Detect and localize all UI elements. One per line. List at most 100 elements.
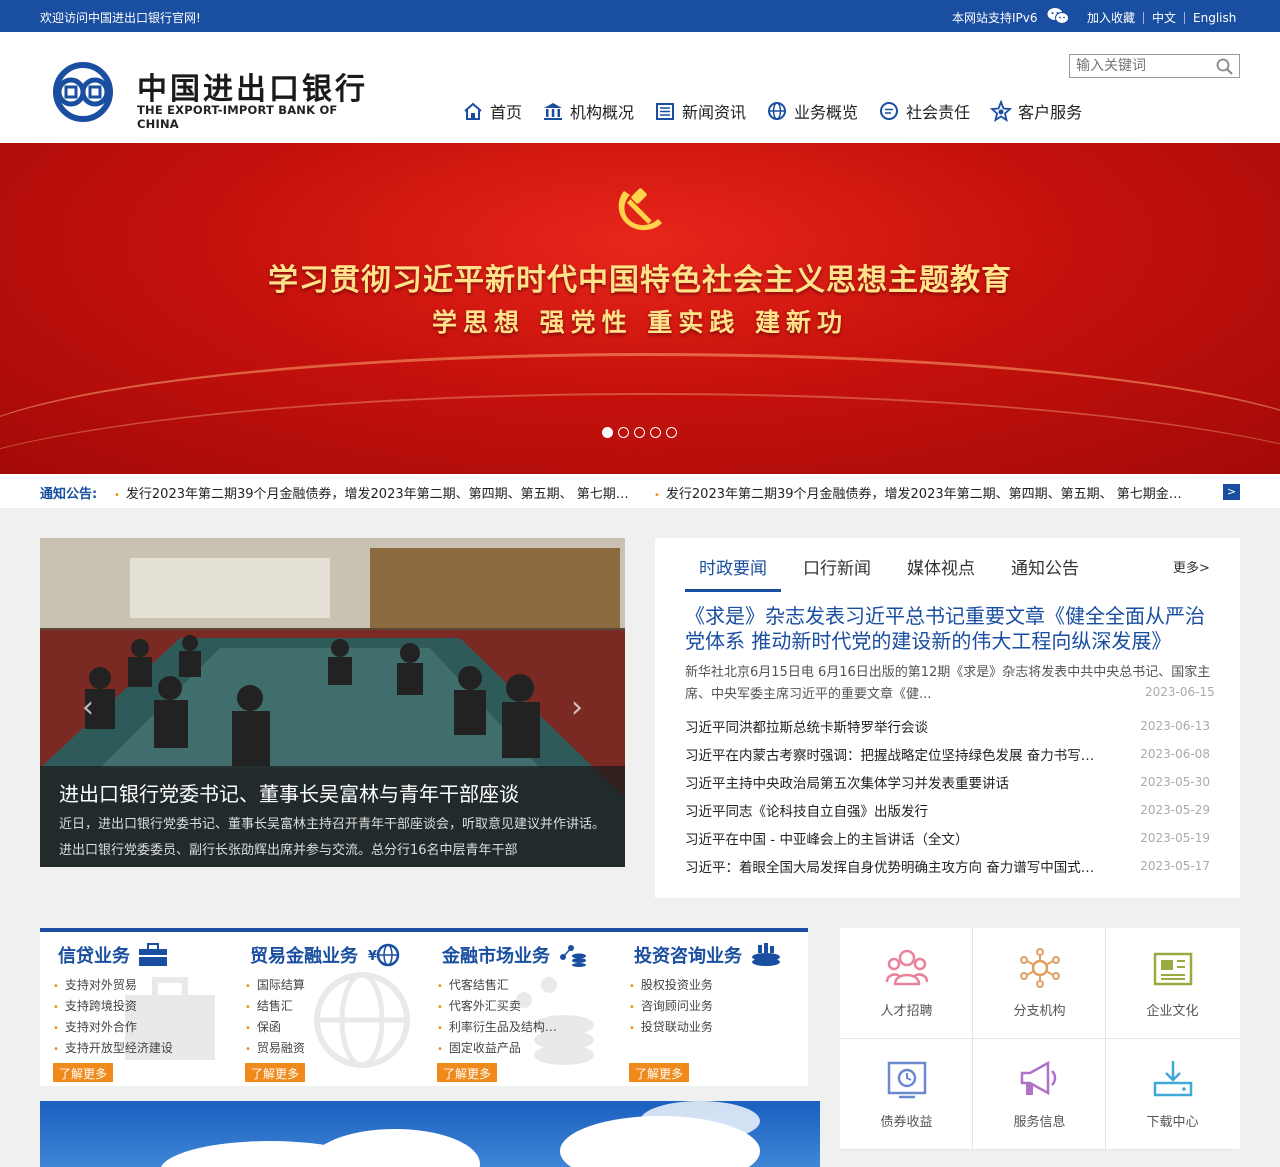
- quick-link-service-info[interactable]: 服务信息: [973, 1039, 1106, 1150]
- quick-link-branches[interactable]: 分支机构: [973, 928, 1106, 1039]
- newspaper-icon: [656, 103, 675, 120]
- nav-business[interactable]: 业务概览: [766, 97, 858, 125]
- nav-label: 业务概览: [794, 103, 859, 122]
- people-icon: [885, 949, 929, 986]
- business-title[interactable]: 信贷业务: [58, 942, 168, 968]
- list-item[interactable]: 代客结售汇: [437, 976, 559, 997]
- divider: [1184, 11, 1186, 24]
- business-list: 支持对外贸易 支持跨境投资 支持对外合作 支持开放型经济建设: [53, 976, 173, 1060]
- list-item[interactable]: 保函: [245, 1018, 305, 1039]
- welcome-text: 欢迎访问中国进出口银行官网!: [40, 11, 201, 25]
- news-item-title[interactable]: 习近平：着眼全国大局发挥自身优势明确主攻方向 奋力谱写中国式现代化河北篇章: [685, 856, 1105, 876]
- cloud-decoration: [310, 1129, 480, 1167]
- tab-bank-news[interactable]: 口行新闻: [789, 554, 885, 592]
- tab-notices[interactable]: 通知公告: [997, 554, 1093, 592]
- home-icon: [464, 102, 482, 120]
- news-item-title[interactable]: 习近平在内蒙古考察时强调：把握战略定位坚持绿色发展 奋力书写中国式现代化内蒙古新…: [685, 744, 1105, 764]
- list-item[interactable]: 股权投资业务: [629, 976, 713, 997]
- slider-next-button[interactable]: ›: [565, 693, 589, 723]
- list-item[interactable]: 国际结算: [245, 976, 305, 997]
- carousel-dot[interactable]: [634, 427, 645, 438]
- quick-link-downloads[interactable]: 下载中心: [1106, 1039, 1239, 1150]
- list-item[interactable]: 习近平在中国 - 中亚峰会上的主旨讲话（全文） 2023-05-19: [685, 824, 1210, 852]
- photo-caption: 进出口银行党委书记、董事长吴富林与青年干部座谈 近日，进出口银行党委书记、董事长…: [40, 766, 625, 867]
- wechat-icon[interactable]: [1047, 7, 1069, 25]
- quick-link-label: 服务信息: [1013, 1115, 1066, 1130]
- carousel-dot[interactable]: [618, 427, 629, 438]
- list-item[interactable]: 支持对外合作: [53, 1018, 173, 1039]
- carousel-dot[interactable]: [666, 427, 677, 438]
- list-item[interactable]: 习近平在内蒙古考察时强调：把握战略定位坚持绿色发展 奋力书写中国式现代化内蒙古新…: [685, 740, 1210, 768]
- list-item[interactable]: 支持跨境投资: [53, 997, 173, 1018]
- quick-link-bond-yield[interactable]: 债券收益: [840, 1039, 973, 1150]
- news-headline[interactable]: 《求是》杂志发表习近平总书记重要文章《健全全面从严治党体系 推动新时代党的建设新…: [685, 604, 1215, 654]
- network-coins-icon: [560, 945, 586, 967]
- list-item[interactable]: 习近平同洪都拉斯总统卡斯特罗举行会谈 2023-06-13: [685, 712, 1210, 740]
- search-input[interactable]: [1076, 57, 1211, 75]
- briefcase-icon: [139, 943, 167, 966]
- list-item[interactable]: 习近平：着眼全国大局发挥自身优势明确主攻方向 奋力谱写中国式现代化河北篇章 202…: [685, 852, 1210, 880]
- ipv6-text: 本网站支持IPv6: [952, 11, 1038, 25]
- cloud-decoration: [640, 1101, 760, 1141]
- quick-link-label: 下载中心: [1146, 1115, 1199, 1130]
- nav-home[interactable]: 首页: [462, 97, 522, 125]
- featured-news-slider[interactable]: ‹ › 进出口银行党委书记、董事长吴富林与青年干部座谈 近日，进出口银行党委书记…: [40, 538, 625, 867]
- news-tabs: 时政要闻 口行新闻 媒体视点 通知公告: [685, 554, 1101, 592]
- tab-politics[interactable]: 时政要闻: [685, 554, 781, 592]
- news-more-link[interactable]: 更多>: [1173, 557, 1210, 576]
- business-financial-market: 金融市场业务 代客结售汇 代客外汇买卖 利率衍生品及结构性产品 固定收益产品 了…: [424, 932, 616, 1086]
- list-item[interactable]: 支持对外贸易: [53, 976, 173, 997]
- list-item[interactable]: 支持开放型经济建设: [53, 1039, 173, 1060]
- learn-more-button[interactable]: 了解更多: [629, 1063, 690, 1082]
- feature-title[interactable]: 进出口银行党委书记、董事长吴富林与青年干部座谈: [59, 778, 519, 807]
- quick-link-recruitment[interactable]: 人才招聘: [840, 928, 973, 1039]
- learn-more-button[interactable]: 了解更多: [437, 1063, 498, 1082]
- learn-more-button[interactable]: 了解更多: [245, 1063, 306, 1082]
- list-item[interactable]: 咨询顾问业务: [629, 997, 713, 1018]
- news-item-title[interactable]: 习近平在中国 - 中亚峰会上的主旨讲话（全文）: [685, 828, 968, 848]
- quick-link-culture[interactable]: 企业文化: [1106, 928, 1239, 1039]
- list-item[interactable]: 投贷联动业务: [629, 1018, 713, 1039]
- notice-next-button[interactable]: >: [1223, 484, 1240, 500]
- carousel-dot[interactable]: [650, 427, 661, 438]
- english-lang-link[interactable]: English: [1193, 11, 1236, 25]
- nav-social[interactable]: 社会责任: [878, 97, 970, 125]
- nav-news[interactable]: 新闻资讯: [654, 97, 746, 125]
- list-item[interactable]: 结售汇: [245, 997, 305, 1018]
- hero-banner[interactable]: 学习贯彻习近平新时代中国特色社会主义思想主题教育 学思想 强党性 重实践 建新功: [0, 143, 1280, 474]
- list-item[interactable]: 贸易融资: [245, 1039, 305, 1060]
- slider-prev-button[interactable]: ‹: [76, 693, 100, 723]
- bank-logo[interactable]: 中国进出口银行 THE EXPORT-IMPORT BANK OF CHINA: [40, 62, 370, 131]
- business-title[interactable]: 贸易金融业务 ¥: [250, 942, 400, 968]
- logo-english-name: THE EXPORT-IMPORT BANK OF CHINA: [137, 103, 338, 131]
- list-item[interactable]: 习近平同志《论科技自立自强》出版发行 2023-05-29: [685, 796, 1210, 824]
- business-title[interactable]: 金融市场业务: [442, 942, 588, 968]
- news-summary: 新华社北京6月15日电 6月16日出版的第12期《求是》杂志将发表中共中央总书记…: [685, 665, 1211, 702]
- business-title[interactable]: 投资咨询业务: [634, 942, 782, 968]
- sky-banner-image[interactable]: [40, 1101, 820, 1167]
- list-item[interactable]: 代客外汇买卖: [437, 997, 559, 1018]
- banner-title: 学习贯彻习近平新时代中国特色社会主义思想主题教育: [268, 263, 1012, 298]
- tab-media[interactable]: 媒体视点: [893, 554, 989, 592]
- carousel-dot[interactable]: [602, 427, 613, 438]
- news-item-title[interactable]: 习近平主持中央政治局第五次集体学习并发表重要讲话: [685, 772, 1009, 792]
- news-item-date: 2023-05-30: [1140, 775, 1210, 789]
- learn-more-button[interactable]: 了解更多: [53, 1063, 114, 1082]
- list-item[interactable]: 固定收益产品: [437, 1039, 559, 1060]
- list-item[interactable]: 利率衍生品及结构性产品: [437, 1018, 559, 1039]
- news-item-date: 2023-05-19: [1140, 831, 1210, 845]
- chinese-lang-link[interactable]: 中文: [1152, 9, 1176, 26]
- notice-item[interactable]: 发行2023年第二期39个月金融债券，增发2023年第二期、第四期、第五期、 第…: [654, 483, 1186, 502]
- news-item-date: 2023-05-17: [1140, 859, 1210, 873]
- quick-link-label: 人才招聘: [880, 1004, 933, 1019]
- list-item[interactable]: 习近平主持中央政治局第五次集体学习并发表重要讲话 2023-05-30: [685, 768, 1210, 796]
- business-list: 股权投资业务 咨询顾问业务 投贷联动业务: [629, 976, 713, 1039]
- nav-about[interactable]: 机构概况: [542, 97, 634, 125]
- news-item-title[interactable]: 习近平同志《论科技自立自强》出版发行: [685, 800, 928, 820]
- nav-service[interactable]: 客户服务: [990, 97, 1082, 125]
- business-section: 信贷业务 支持对外贸易 支持跨境投资 支持对外合作 支持开放型经济建设 了解更多…: [40, 928, 808, 1086]
- notice-item[interactable]: 发行2023年第二期39个月金融债券，增发2023年第二期、第四期、第五期、 第…: [114, 483, 632, 502]
- add-favorite-link[interactable]: 加入收藏: [1087, 9, 1135, 26]
- news-item-title[interactable]: 习近平同洪都拉斯总统卡斯特罗举行会谈: [685, 716, 928, 736]
- search-icon[interactable]: [1216, 58, 1234, 75]
